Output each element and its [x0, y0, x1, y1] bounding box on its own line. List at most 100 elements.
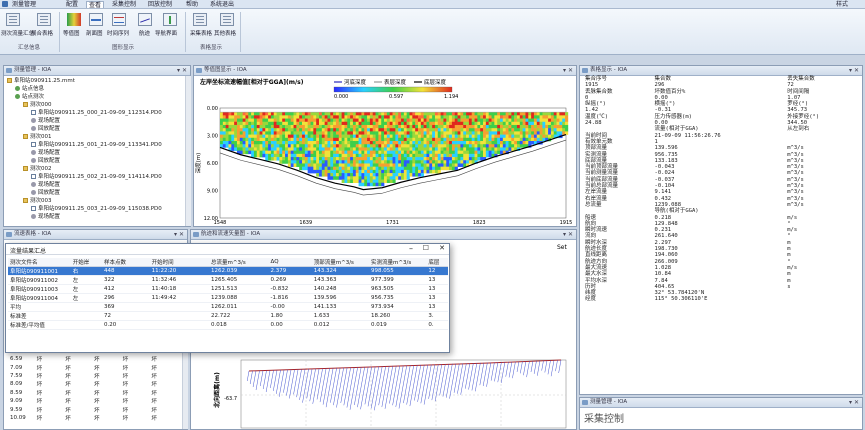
flow-result-table[interactable]: 测次文件名 开始岸 样本点数 开始时间 总流量m^3/s ΔQ 顶部流量m^3/s 实测流量m… — [8, 258, 448, 330]
acquire-table-button[interactable]: 采集表格 — [190, 29, 212, 37]
panel-buttons[interactable]: ▾ ✕ — [563, 66, 573, 75]
profile-button[interactable]: 剖面图 — [86, 29, 103, 37]
column-header[interactable]: 底层 — [426, 258, 448, 267]
panel-buttons[interactable]: ▾ ✕ — [174, 230, 184, 239]
tree-item[interactable]: 阜阳站090911.25_000_21-09-09_112314.PD0 — [31, 110, 162, 117]
contour-chart-icon[interactable] — [67, 13, 81, 26]
panel-buttons[interactable]: ▾ ✕ — [177, 66, 187, 75]
close-icon[interactable]: ✕ — [439, 244, 445, 252]
timeseries-chart-icon[interactable] — [112, 13, 126, 26]
table-row[interactable]: 标准差 72 22.722 1.80 1.633 18.260 3. — [8, 311, 448, 321]
contour-button[interactable]: 等值图 — [63, 29, 80, 37]
table-icon[interactable] — [37, 13, 51, 26]
heatmap-cell — [522, 118, 526, 123]
heatmap-cell — [293, 112, 297, 116]
navigation-icon[interactable] — [163, 13, 177, 26]
merged-table-button[interactable]: 展合表格 — [31, 29, 53, 37]
table-icon[interactable] — [220, 13, 234, 26]
other-table-button[interactable]: 其他表格 — [214, 29, 236, 37]
heatmap-cell — [355, 144, 359, 148]
tree-item[interactable]: 现场配置 — [31, 182, 60, 189]
set-label[interactable]: Set — [557, 244, 568, 251]
heatmap-cell — [401, 160, 405, 164]
heatmap-cell — [545, 112, 549, 116]
column-header[interactable]: 开始时间 — [149, 258, 210, 267]
tree-item[interactable]: 站点信息 — [15, 86, 44, 93]
menu-playback[interactable]: 回放控制 — [148, 1, 172, 8]
column-header[interactable]: 总流量m^3/s — [209, 258, 269, 267]
tree-item[interactable]: 阜阳站090911.25_001_21-09-09_113341.PD0 — [31, 142, 162, 149]
column-header[interactable]: 测次文件名 — [8, 258, 71, 267]
heatmap-cell — [372, 137, 376, 142]
heatmap-cell — [335, 124, 340, 129]
panel-buttons[interactable]: ▾ ✕ — [849, 398, 859, 407]
timeseries-button[interactable]: 时间序列 — [107, 29, 129, 37]
heatmap-cell — [350, 112, 354, 116]
column-header[interactable]: 实测流量m^3/s — [369, 258, 427, 267]
heatmap-cell — [369, 112, 374, 116]
table-row[interactable]: 平均 369 1262.011 -0.00 141.133 973.934 13 — [8, 302, 448, 312]
heatmap-cell — [412, 141, 416, 145]
menu-view[interactable]: 查看 — [86, 1, 105, 9]
menu-config[interactable]: 配置 — [66, 1, 78, 8]
style-menu[interactable]: 样式 — [836, 1, 848, 8]
heatmap-cell — [420, 166, 424, 171]
navigation-button[interactable]: 导航界面 — [155, 29, 177, 37]
table-row[interactable]: 阜阳站090911004 左 296 11:49:42 1239.088 -1.816 13… — [8, 293, 448, 303]
heatmap-cell — [259, 141, 263, 145]
table-row[interactable]: 阜阳站090911003 左 412 11:40:18 1251.513 -0.832 14… — [8, 284, 448, 294]
tree-item[interactable]: 回放配置 — [31, 158, 60, 165]
track-button[interactable]: 航迹 — [139, 29, 150, 37]
summary-button[interactable]: 测次流量汇总 — [1, 29, 34, 37]
tree-item[interactable]: 测次002 — [23, 166, 52, 173]
tree-item[interactable]: 现场配置 — [31, 150, 60, 157]
heatmap-cell — [395, 153, 399, 158]
table-row[interactable]: 阜阳站090911002 左 322 11:32:46 1265.405 0.269 143… — [8, 275, 448, 285]
heatmap-cell — [375, 169, 379, 174]
window-titlebar[interactable]: 流量结果汇总 – ☐ ✕ — [6, 244, 449, 255]
tree-item[interactable]: 现场配置 — [31, 118, 60, 125]
tree-item[interactable]: 测次001 — [23, 134, 52, 141]
tree-item[interactable]: 现场配置 — [31, 214, 60, 221]
column-header[interactable]: 开始岸 — [70, 258, 103, 267]
maximize-icon[interactable]: ☐ — [423, 244, 429, 252]
column-header[interactable]: 样本点数 — [102, 258, 150, 267]
tree-item[interactable]: 阜阳站090911.25_002_21-09-09_114114.PD0 — [31, 174, 162, 181]
column-header[interactable]: 顶部流量m^3/s — [311, 258, 370, 267]
panel-buttons[interactable]: ▾ ✕ — [849, 66, 859, 75]
track-icon[interactable] — [138, 13, 152, 26]
menu-help[interactable]: 帮助 — [186, 1, 198, 8]
heatmap-cell — [437, 128, 441, 132]
tree-item[interactable]: 站点测次 — [15, 94, 44, 101]
scrollbar[interactable] — [185, 76, 191, 226]
menu-acquire[interactable]: 采集控制 — [112, 1, 136, 8]
tree-item[interactable]: 回放配置 — [31, 190, 60, 197]
heatmap-cell — [341, 137, 345, 142]
table-icon[interactable] — [193, 13, 207, 26]
menu-measure[interactable]: 测量管理 — [12, 1, 36, 8]
heatmap-cell — [406, 124, 410, 129]
tree-item[interactable]: 阜阳站090911.25.mmt — [7, 78, 75, 85]
heatmap-cell — [239, 137, 243, 142]
app-icon[interactable] — [2, 1, 8, 7]
menu-exit[interactable]: 系统退出 — [210, 1, 234, 8]
table-row[interactable]: 标准差/平均值 0.20 0.018 0.00 0.012 0.019 0. — [8, 320, 448, 330]
flow-summary-window[interactable]: 流量结果汇总 – ☐ ✕ 测次文件名 开始岸 样本点数 开始时间 总流量m^3/s ΔQ 顶… — [5, 243, 450, 353]
table-row[interactable]: 阜阳站090911001 右 448 11:22:20 1262.039 2.379 143… — [8, 266, 448, 276]
panel-buttons[interactable]: ▾ ✕ — [563, 230, 573, 239]
heatmap-cell — [553, 128, 557, 132]
heatmap-cell — [307, 166, 311, 171]
tree-item[interactable]: 回放配置 — [31, 126, 60, 133]
minimize-icon[interactable]: – — [409, 244, 413, 253]
tree-item[interactable]: 阜阳站090911.25_003_21-09-09_115038.PD0 — [31, 206, 162, 213]
column-header[interactable]: ΔQ — [268, 258, 312, 267]
contour-chart[interactable]: 左岸坐标流速幅值[相对于GGA](m/s) 河底深度 表层深度 底层深度0.000 0.… — [194, 76, 576, 226]
scrollbar[interactable] — [182, 350, 188, 429]
tree-item[interactable]: 测次000 — [23, 102, 52, 109]
heatmap-cell — [403, 118, 407, 123]
profile-chart-icon[interactable] — [89, 13, 103, 26]
tree-item[interactable]: 测次003 — [23, 198, 52, 205]
heatmap-cell — [253, 121, 258, 126]
measurement-tree[interactable]: 阜阳站090911.25.mmt 站点信息 站点测次 测次000 阜阳站090911.2… — [4, 76, 186, 226]
table-icon[interactable] — [6, 13, 20, 26]
